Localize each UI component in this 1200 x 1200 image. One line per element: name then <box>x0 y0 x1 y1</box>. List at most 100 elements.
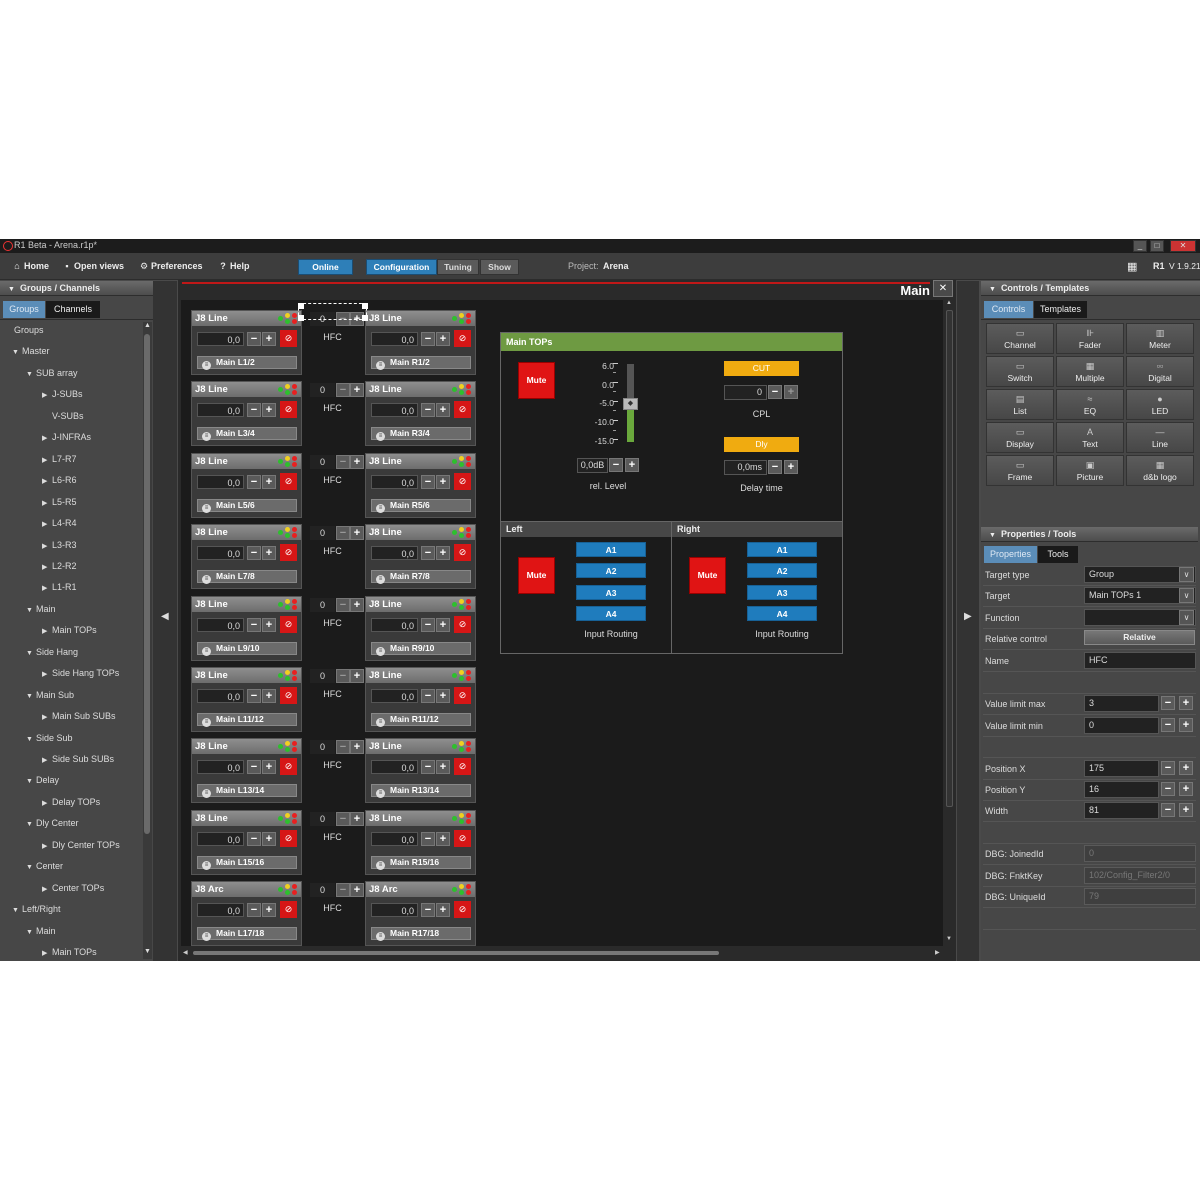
properties-tools-header[interactable]: ▼ Properties / Tools <box>981 527 1198 542</box>
chevron-down-icon[interactable]: ∨ <box>1179 588 1194 603</box>
level-plus-button[interactable]: + <box>262 474 276 489</box>
tree-scrollbar[interactable]: ▲ ▼ <box>143 322 152 959</box>
position-x-field[interactable]: 175 <box>1084 760 1159 777</box>
hfc-plus-button[interactable]: + <box>350 811 364 826</box>
level-field[interactable]: 0,0 <box>197 689 244 703</box>
mute-icon[interactable]: ⊘ <box>280 758 297 776</box>
tree-item[interactable]: ▶ Delay TOPs <box>42 797 100 807</box>
channel-name[interactable]: ≡ Main R17/18 <box>371 927 471 942</box>
level-minus-button[interactable]: − <box>421 760 435 775</box>
level-plus-button[interactable]: + <box>262 760 276 775</box>
mute-icon[interactable]: ⊘ <box>280 401 297 419</box>
tree-item[interactable]: ▼ SUB array <box>26 368 78 378</box>
scroll-right-icon[interactable]: ▶ <box>935 949 940 956</box>
hfc-minus-button[interactable]: − <box>336 669 350 683</box>
level-field[interactable]: 0,0 <box>371 831 418 846</box>
tab-configuration[interactable]: Configuration <box>366 259 437 275</box>
collapse-right-icon[interactable]: ▶ <box>964 611 972 622</box>
channel-name[interactable]: ≡ Main L13/14 <box>197 784 297 799</box>
delay-minus-button[interactable]: − <box>768 460 782 474</box>
delay-plus-button[interactable]: + <box>784 460 798 474</box>
left-splitter[interactable]: ◀ <box>153 281 177 961</box>
control-multiple[interactable]: ▦ Multiple <box>1056 356 1124 387</box>
width-field[interactable]: 81 <box>1084 802 1159 819</box>
tree-item[interactable]: V-SUBs <box>42 411 84 421</box>
scroll-down-icon[interactable]: ▼ <box>144 948 151 955</box>
tree-item[interactable]: ▼ Main <box>26 604 56 614</box>
view-vscroll-thumb[interactable] <box>946 310 953 807</box>
hfc-value[interactable]: 0 <box>310 740 335 755</box>
vmin-minus-button[interactable]: − <box>1161 718 1175 732</box>
channel-name[interactable]: ≡ Main R7/8 <box>371 570 471 585</box>
collapsed-icon[interactable]: ▶ <box>42 713 52 721</box>
channel-name[interactable]: ≡ Main L11/12 <box>197 713 297 727</box>
tree-item[interactable]: ▼ Left/Right <box>12 904 61 914</box>
level-minus-button[interactable]: − <box>421 903 435 918</box>
mute-icon[interactable]: ⊘ <box>454 901 471 919</box>
tab-show[interactable]: Show <box>480 259 519 275</box>
posy-plus-button[interactable]: + <box>1179 782 1193 796</box>
hfc-plus-button[interactable]: + <box>350 454 364 469</box>
right-input-a2[interactable]: A2 <box>747 563 817 578</box>
tree-item[interactable]: ▼ Delay <box>26 775 59 785</box>
open-views-menu[interactable]: ▪ Open views <box>62 261 124 271</box>
tree-item[interactable]: Groups <box>4 325 44 335</box>
hfc-plus-button[interactable]: + <box>350 669 364 683</box>
hfc-minus-button[interactable]: − <box>336 883 350 898</box>
hfc-plus-button[interactable]: + <box>350 883 364 898</box>
mute-icon[interactable]: ⊘ <box>280 829 297 847</box>
control-frame[interactable]: ▭ Frame <box>986 455 1054 486</box>
tree-item[interactable]: ▶ L1-R1 <box>42 582 77 592</box>
expanded-icon[interactable]: ▼ <box>26 864 36 871</box>
view-vertical-scrollbar[interactable]: ▲ ▼ <box>944 300 953 946</box>
level-plus-button[interactable]: + <box>436 403 450 418</box>
chevron-down-icon[interactable]: ∨ <box>1179 610 1194 625</box>
width-minus-button[interactable]: − <box>1161 803 1175 817</box>
maximize-button[interactable]: □ <box>1150 240 1164 252</box>
posx-plus-button[interactable]: + <box>1179 761 1193 775</box>
level-minus-button[interactable]: − <box>247 831 261 846</box>
mute-icon[interactable]: ⊘ <box>454 687 471 704</box>
expanded-icon[interactable]: ▼ <box>26 929 36 936</box>
level-field[interactable]: 0,0 <box>197 617 244 632</box>
tree-item[interactable]: ▼ Master <box>12 346 50 356</box>
level-plus-button[interactable]: + <box>436 617 450 632</box>
level-plus-button[interactable]: + <box>436 332 450 346</box>
expanded-icon[interactable]: ▼ <box>26 778 36 785</box>
level-plus-button[interactable]: + <box>436 474 450 489</box>
mute-icon[interactable]: ⊘ <box>280 472 297 490</box>
tree-item[interactable]: ▶ J-INFRAs <box>42 432 91 442</box>
tree-scroll-thumb[interactable] <box>144 334 150 834</box>
cut-button[interactable]: CUT <box>724 361 799 376</box>
expanded-icon[interactable]: ▼ <box>26 821 36 828</box>
collapsed-icon[interactable]: ▶ <box>42 499 52 507</box>
mute-icon[interactable]: ⊘ <box>454 615 471 633</box>
mute-icon[interactable]: ⊘ <box>454 544 471 562</box>
posy-minus-button[interactable]: − <box>1161 782 1175 796</box>
channel-name[interactable]: ≡ Main L17/18 <box>197 927 297 942</box>
left-input-a4[interactable]: A4 <box>576 606 646 621</box>
level-field[interactable]: 0,0 <box>371 689 418 703</box>
tree-item[interactable]: ▼ Side Hang <box>26 647 78 657</box>
control-text[interactable]: A Text <box>1056 422 1124 453</box>
right-input-a3[interactable]: A3 <box>747 585 817 600</box>
mute-icon[interactable]: ⊘ <box>280 901 297 919</box>
control-display[interactable]: ▭ Display <box>986 422 1054 453</box>
hfc-value[interactable]: 0 <box>310 383 335 398</box>
tab-controls[interactable]: Controls <box>984 301 1033 318</box>
level-minus-button[interactable]: − <box>247 546 261 561</box>
level-value[interactable]: 0,0dB <box>577 458 608 473</box>
hfc-plus-button[interactable]: + <box>350 740 364 755</box>
tree-item[interactable]: ▶ L5-R5 <box>42 497 77 507</box>
main-tops-mute-button[interactable]: Mute <box>518 362 555 399</box>
level-field[interactable]: 0,0 <box>371 474 418 489</box>
scroll-up-icon[interactable]: ▲ <box>144 322 151 329</box>
channel-name[interactable]: ≡ Main R13/14 <box>371 784 471 799</box>
control-line[interactable]: — Line <box>1126 422 1194 453</box>
hfc-value[interactable]: 0 <box>310 454 335 469</box>
level-minus-button[interactable]: − <box>421 831 435 846</box>
tab-properties[interactable]: Properties <box>984 546 1037 563</box>
position-y-field[interactable]: 16 <box>1084 781 1159 798</box>
expanded-icon[interactable]: ▼ <box>26 607 36 614</box>
level-field[interactable]: 0,0 <box>371 332 418 346</box>
